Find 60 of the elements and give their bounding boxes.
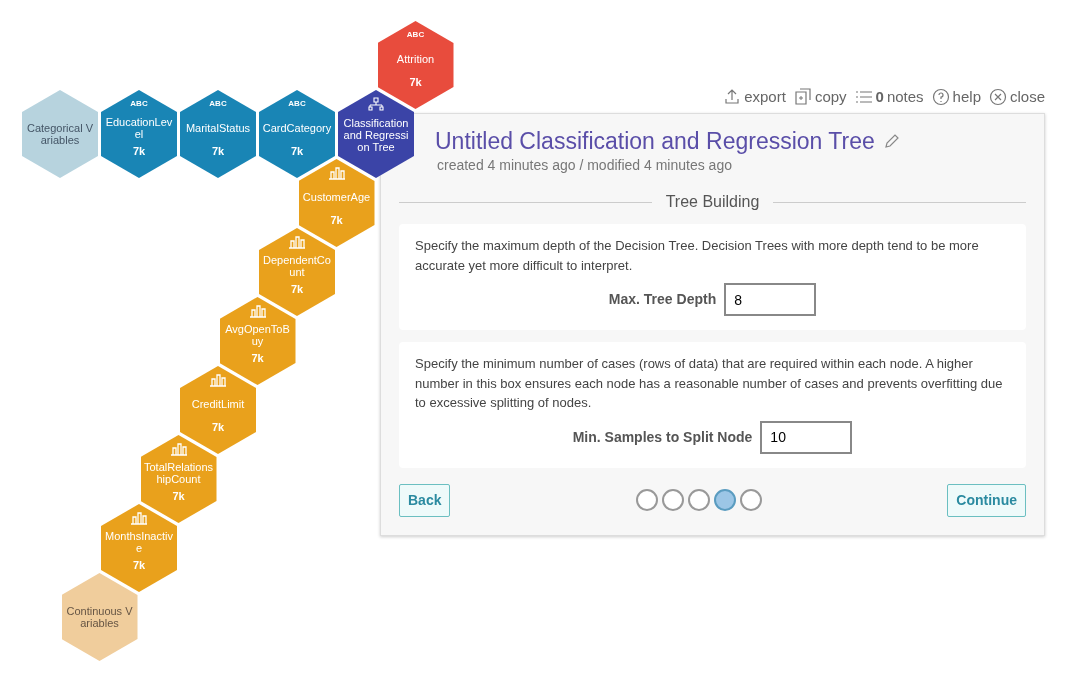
- node-label: CardCategory: [262, 121, 332, 136]
- step-dot[interactable]: [687, 489, 710, 512]
- model-title: Untitled Classification and Regression Tree: [435, 127, 875, 156]
- continue-button[interactable]: Continue: [947, 483, 1026, 517]
- upload-icon: [723, 88, 742, 107]
- type-label: ABC: [288, 99, 306, 108]
- number-field[interactable]: 8: [724, 283, 817, 317]
- node-label: MonthsInactive: [104, 529, 174, 556]
- step-dot[interactable]: [635, 489, 658, 512]
- hierarchy-icon: [368, 96, 384, 111]
- setting-description: Specify the minimum number of cases (rows of data) that are required within each node. A higher number in this box ensures each node has a reasonable number of cases and prevents overfitting due to excessive splitting of nodes.: [415, 355, 1004, 413]
- node-count: 7k: [290, 145, 304, 158]
- setting-description: Specify the maximum depth of the Decision Tree. Decision Trees with more depth tend to be more accurate yet more difficult to interpret.: [415, 237, 980, 275]
- field-label: Min. Samples to Split Node: [572, 427, 753, 447]
- toolbar-export-button[interactable]: export: [723, 86, 786, 109]
- node-count: 7k: [132, 559, 146, 572]
- pencil-icon[interactable]: [882, 132, 901, 151]
- bar-chart-icon: [130, 510, 148, 525]
- back-button[interactable]: Back: [399, 483, 451, 517]
- node-label: DependentCount: [262, 253, 332, 280]
- node-count: 7k: [290, 283, 304, 296]
- toolbar-copy-button[interactable]: copy: [793, 86, 847, 109]
- node-count: 7k: [330, 214, 343, 227]
- step-dot[interactable]: [713, 489, 736, 512]
- node-count: 7k: [211, 145, 225, 158]
- section-heading: Tree Building: [665, 192, 760, 213]
- bar-chart-icon: [288, 234, 306, 249]
- field-label: Max. Tree Depth: [608, 290, 717, 310]
- number-field[interactable]: 10: [760, 420, 853, 454]
- type-label: ABC: [209, 99, 227, 108]
- step-dot[interactable]: [739, 489, 762, 512]
- bar-chart-icon: [209, 372, 227, 387]
- bar-chart-icon: [248, 303, 267, 318]
- node-label: CustomerAge: [302, 190, 371, 205]
- node-label: AvgOpenToBuy: [224, 322, 291, 349]
- timestamps: created 4 minutes ago / modified 4 minutes ago: [437, 156, 733, 176]
- node-label: Classification and Regression Tree: [342, 115, 410, 155]
- node-label: Continuous Variables: [65, 604, 134, 631]
- node-label: EducationLevel: [104, 115, 174, 142]
- close-icon: [988, 88, 1007, 107]
- toolbar-notes-button[interactable]: 0 notes: [854, 86, 924, 109]
- toolbar-help-button[interactable]: help: [931, 86, 981, 109]
- node-count: 7k: [211, 421, 225, 434]
- node-label: Attrition: [396, 52, 435, 67]
- type-label: ABC: [406, 30, 425, 39]
- copy-icon: [793, 88, 812, 107]
- node-count: 7k: [172, 490, 185, 503]
- step-dot[interactable]: [661, 489, 684, 512]
- node-count: 7k: [409, 76, 422, 89]
- node-label: MaritalStatus: [185, 121, 251, 136]
- type-label: ABC: [130, 99, 148, 108]
- toolbar-close-button[interactable]: close: [988, 86, 1045, 109]
- help-icon: [931, 88, 950, 107]
- node-label: TotalRelationshipCount: [143, 460, 214, 487]
- bar-chart-icon: [169, 441, 188, 456]
- bar-chart-icon: [327, 165, 346, 180]
- node-label: Categorical Variables: [25, 121, 94, 148]
- node-count: 7k: [132, 145, 146, 158]
- node-label: CreditLimit: [191, 397, 245, 412]
- node-count: 7k: [251, 352, 264, 365]
